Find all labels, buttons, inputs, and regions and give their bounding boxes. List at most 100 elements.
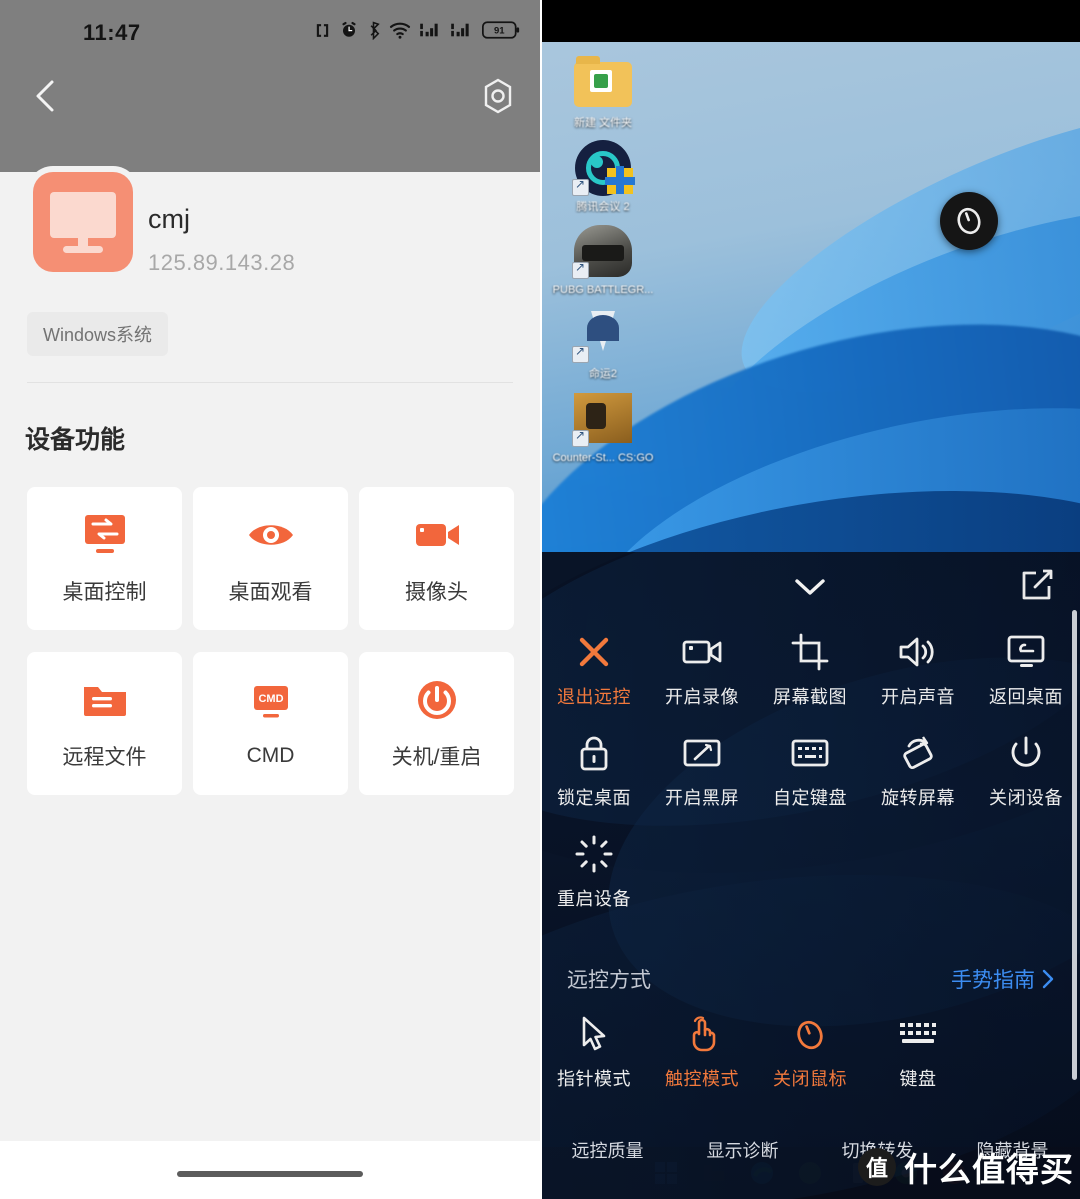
action-label: 重启设备 (557, 889, 631, 909)
bluetooth-icon (370, 20, 380, 40)
desktop-icon[interactable]: 腾讯会议 2 (548, 136, 658, 214)
custom-keyboard-icon (788, 733, 832, 773)
action-show-desktop[interactable]: 返回桌面 (972, 632, 1080, 709)
action-shutdown-device[interactable]: 关闭设备 (972, 733, 1080, 810)
back-button[interactable] (28, 74, 62, 118)
wifi-icon (389, 22, 411, 39)
status-bar: 11:47 91 (0, 0, 540, 58)
folder-icon (79, 677, 131, 723)
function-label: 摄像头 (405, 580, 468, 604)
function-label: 桌面观看 (228, 580, 313, 604)
gesture-guide-link[interactable]: 手势指南 (951, 964, 1055, 994)
function-label: 桌面控制 (62, 580, 147, 604)
action-label: 开启声音 (881, 687, 955, 707)
mode-label: 关闭鼠标 (773, 1069, 847, 1089)
app-circle-icon (572, 136, 635, 198)
bottom-strip (0, 1141, 540, 1199)
chevron-right-icon (1042, 969, 1054, 989)
action-label: 返回桌面 (989, 687, 1063, 707)
action-enable-sound[interactable]: 开启声音 (864, 632, 972, 709)
function-card-camera[interactable]: 摄像头 (359, 487, 514, 630)
remote-control-session-panel: 新建 文件夹 腾讯会议 2 PUBG BATTLEGR... 命运2 Count… (540, 0, 1080, 1199)
svg-text:CMD: CMD (258, 693, 283, 705)
function-label: CMD (246, 743, 295, 767)
action-screenshot[interactable]: 屏幕截图 (756, 632, 864, 709)
settings-button[interactable] (478, 76, 518, 116)
battery-icon: 91 (482, 21, 520, 39)
action-label: 旋转屏幕 (881, 788, 955, 808)
alarm-icon (342, 21, 356, 37)
option-stream-quality[interactable]: 远控质量 (540, 1137, 675, 1163)
floating-mouse-toggle-button[interactable] (940, 192, 998, 250)
action-custom-keyboard[interactable]: 自定键盘 (756, 733, 864, 810)
gear-icon (484, 78, 512, 114)
action-label: 关闭设备 (989, 788, 1063, 808)
battery-level: 91 (494, 25, 505, 36)
device-name: cmj (148, 204, 190, 234)
mode-pointer[interactable]: 指针模式 (540, 1014, 648, 1091)
collapse-overlay-button[interactable] (787, 572, 833, 602)
mode-label: 触控模式 (665, 1069, 739, 1089)
function-card-desktop-view[interactable]: 桌面观看 (193, 487, 348, 630)
function-card-power[interactable]: 关机/重启 (359, 652, 514, 795)
desktop-icon[interactable]: PUBG BATTLEGR... (548, 219, 658, 297)
desktop-icon-label: 新建 文件夹 (573, 117, 633, 129)
cursor-pointer-icon (572, 1014, 616, 1054)
mode-keyboard[interactable]: 键盘 (864, 1014, 972, 1091)
device-info-card[interactable]: cmj 125.89.143.28 Windows系统 (0, 172, 540, 382)
remote-mode-grid: 指针模式 触控模式 关闭鼠标 键盘 (540, 1014, 1080, 1091)
page-title: 设备功能 (25, 426, 126, 454)
gesture-guide-label: 手势指南 (951, 969, 1035, 992)
phone-device-detail-panel: 11:47 91 cmj 125.89.143.28 Windows系统 设备功… (0, 0, 540, 1199)
remote-mode-title: 远控方式 (567, 969, 651, 992)
blackscreen-icon (680, 733, 724, 773)
device-functions-grid: 桌面控制 桌面观看 摄像头 远程文件 CMD CMD 关机/重启 (27, 487, 514, 795)
overlay-scrollbar[interactable] (1072, 610, 1077, 1080)
status-time: 11:47 (83, 20, 141, 45)
desktop-icon-column: 新建 文件夹 腾讯会议 2 PUBG BATTLEGR... 命运2 Count… (548, 52, 658, 470)
desktop-icon[interactable]: 命运2 (548, 303, 658, 381)
screenshot-root: 11:47 91 cmj 125.89.143.28 Windows系统 设备功… (0, 0, 1080, 1199)
mode-touch[interactable]: 触控模式 (648, 1014, 756, 1091)
mode-mouse-off[interactable]: 关闭鼠标 (756, 1014, 864, 1091)
video-record-icon (680, 632, 724, 672)
mouse-off-icon (957, 207, 981, 235)
device-os-tag: Windows系统 (27, 312, 169, 356)
desktop-icon-label: PUBG BATTLEGR... (552, 284, 654, 297)
option-display-diagnostics[interactable]: 显示诊断 (675, 1137, 810, 1163)
crop-screenshot-icon (788, 632, 832, 672)
home-indicator[interactable] (177, 1171, 363, 1177)
desktop-icon[interactable]: 新建 文件夹 (548, 52, 658, 130)
desktop-icon[interactable]: Counter-St... CS:GO (548, 387, 658, 465)
monitor-icon (33, 172, 133, 272)
desktop-icon-label: 命运2 (588, 367, 618, 380)
watermark-badge: 值 (858, 1148, 896, 1186)
action-start-recording[interactable]: 开启录像 (648, 632, 756, 709)
mode-label: 键盘 (899, 1069, 937, 1089)
remote-desktop-icon (79, 512, 131, 558)
function-label: 关机/重启 (391, 745, 482, 769)
watermark: 值 什么值得买 (858, 1143, 1074, 1191)
action-black-screen[interactable]: 开启黑屏 (648, 733, 756, 810)
function-card-remote-control[interactable]: 桌面控制 (27, 487, 182, 630)
destiny-icon (572, 303, 634, 365)
overlay-content: 退出远控 开启录像 屏幕截图 开启声音 返回桌面 锁定桌面 开启黑屏 自定键盘 … (540, 552, 1080, 1161)
camera-icon (411, 512, 463, 558)
action-lock-desktop[interactable]: 锁定桌面 (540, 733, 648, 810)
action-restart-device[interactable]: 重启设备 (540, 834, 648, 911)
restart-icon (572, 834, 616, 874)
csgo-icon (572, 387, 634, 449)
power-icon (1004, 733, 1048, 773)
function-label: 远程文件 (62, 745, 147, 769)
chevron-down-icon (795, 579, 825, 595)
touch-hand-icon (680, 1014, 724, 1054)
watermark-text: 什么值得买 (904, 1151, 1074, 1188)
function-card-remote-files[interactable]: 远程文件 (27, 652, 182, 795)
status-icons: 91 (314, 20, 520, 40)
edit-square-icon (1022, 569, 1053, 600)
function-card-cmd[interactable]: CMD CMD (193, 652, 348, 795)
edit-toolbar-button[interactable] (1016, 564, 1058, 606)
action-label: 开启黑屏 (665, 788, 739, 808)
action-rotate-screen[interactable]: 旋转屏幕 (864, 733, 972, 810)
action-exit-remote[interactable]: 退出远控 (540, 632, 648, 709)
